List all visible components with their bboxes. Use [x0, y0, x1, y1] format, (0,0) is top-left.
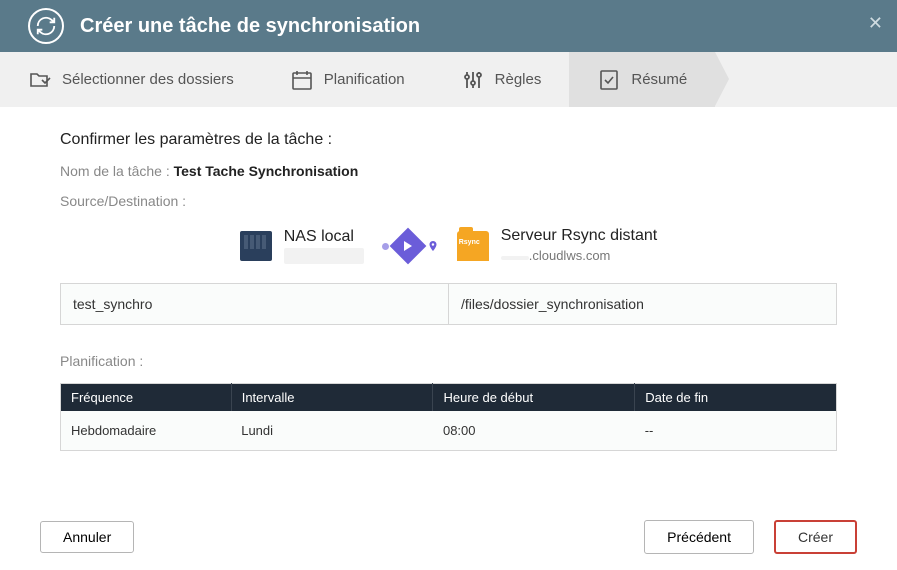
schedule-table: Fréquence Intervalle Heure de début Date… [60, 383, 837, 451]
table-row: Hebdomadaire Lundi 08:00 -- [61, 411, 837, 451]
wizard-step-label: Règles [495, 71, 542, 88]
paths-row: test_synchro /files/dossier_synchronisat… [60, 283, 837, 325]
previous-button[interactable]: Précédent [644, 520, 754, 554]
dialog-footer: Annuler Précédent Créer [0, 520, 897, 554]
source-path: test_synchro [61, 284, 449, 324]
wizard-step-rules[interactable]: Règles [433, 52, 570, 107]
rsync-folder-icon [457, 231, 489, 261]
task-name-label: Nom de la tâche : [60, 163, 170, 179]
wizard-step-summary[interactable]: Résumé [569, 52, 715, 107]
summary-content: Confirmer les paramètres de la tâche : N… [0, 107, 897, 475]
create-button[interactable]: Créer [774, 520, 857, 554]
destination-subtitle: .cloudlws.com [529, 248, 611, 263]
source-dest-label: Source/Destination : [60, 193, 837, 209]
col-interval: Intervalle [231, 384, 433, 412]
cell-frequency: Hebdomadaire [61, 411, 232, 451]
cell-interval: Lundi [231, 411, 433, 451]
wizard-steps: Sélectionner des dossiers Planification … [0, 52, 897, 107]
dot-icon [382, 243, 389, 250]
source-title: NAS local [284, 228, 364, 246]
wizard-step-label: Planification [324, 71, 405, 88]
sync-circle-icon [28, 8, 64, 44]
destination-title: Serveur Rsync distant [501, 227, 658, 245]
col-end-date: Date de fin [635, 384, 837, 412]
cancel-button[interactable]: Annuler [40, 521, 134, 553]
confirm-heading: Confirmer les paramètres de la tâche : [60, 131, 837, 149]
nas-icon [240, 231, 272, 261]
dialog-header: Créer une tâche de synchronisation ✕ [0, 0, 897, 52]
cell-end-date: -- [635, 411, 837, 451]
task-name-value: Test Tache Synchronisation [174, 163, 359, 179]
col-frequency: Fréquence [61, 384, 232, 412]
source-subtitle [284, 248, 364, 264]
wizard-step-schedule[interactable]: Planification [262, 52, 433, 107]
source-endpoint: NAS local [240, 228, 364, 264]
cell-start-time: 08:00 [433, 411, 635, 451]
map-pin-icon [427, 238, 439, 254]
close-icon[interactable]: ✕ [868, 14, 883, 32]
col-start-time: Heure de début [433, 384, 635, 412]
planification-label: Planification : [60, 353, 837, 369]
direction-indicator [382, 233, 439, 259]
destination-endpoint: Serveur Rsync distant .cloudlws.com [457, 227, 658, 265]
wizard-step-label: Résumé [631, 71, 687, 88]
task-name-row: Nom de la tâche : Test Tache Synchronisa… [60, 163, 837, 179]
wizard-step-folders[interactable]: Sélectionner des dossiers [0, 52, 262, 107]
destination-path: /files/dossier_synchronisation [449, 284, 836, 324]
arrow-right-icon [389, 228, 426, 265]
dialog-title: Créer une tâche de synchronisation [80, 15, 420, 38]
destination-subtitle-redacted [501, 256, 529, 260]
wizard-step-label: Sélectionner des dossiers [62, 71, 234, 88]
endpoints-row: NAS local Serveur Rsync distant .cloudlw… [60, 227, 837, 265]
